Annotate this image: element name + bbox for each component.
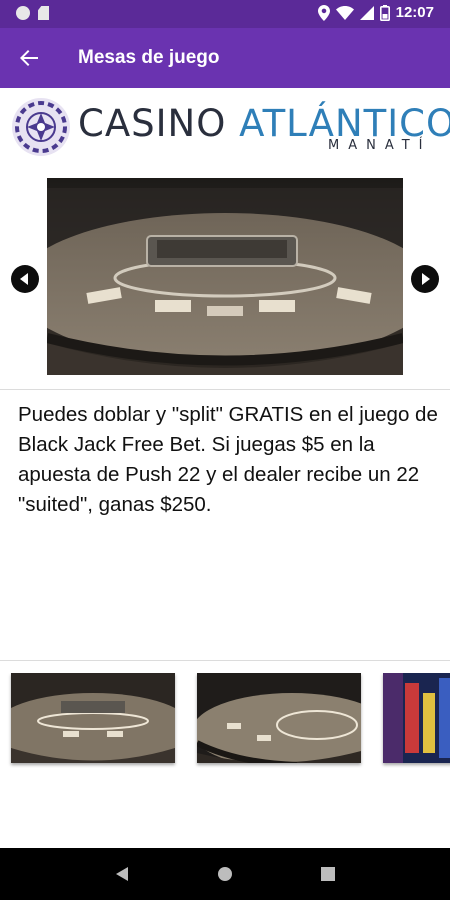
logo-subtitle: MANATÍ [328, 138, 432, 153]
nav-back-button[interactable] [102, 854, 142, 894]
casino-logo: CASINO ATLÁNTICO MANATÍ [0, 88, 450, 168]
image-carousel [0, 175, 450, 380]
thumbnail-2[interactable] [197, 673, 361, 763]
blackjack-table-photo [47, 178, 403, 375]
recents-square-icon [321, 867, 336, 881]
chevron-left-icon [20, 273, 28, 285]
app-bar: Mesas de juego [0, 28, 450, 88]
carousel-main-image[interactable] [47, 178, 403, 375]
thumbnail-3[interactable] [383, 673, 450, 763]
nav-home-button[interactable] [205, 854, 245, 894]
chevron-right-icon [422, 273, 430, 285]
divider-bottom [0, 660, 450, 661]
carousel-next-button[interactable] [411, 265, 439, 293]
location-icon [317, 4, 330, 21]
status-time: 12:07 [395, 4, 434, 21]
system-nav-bar [0, 848, 450, 900]
status-bar: 12:07 [0, 0, 450, 28]
signal-icon [359, 5, 374, 20]
nav-recents-button[interactable] [308, 854, 348, 894]
casino-emblem-icon [12, 98, 70, 156]
thumbnail-1[interactable] [11, 673, 175, 763]
carousel-prev-button[interactable] [11, 265, 39, 293]
back-triangle-icon [115, 867, 128, 881]
battery-icon [379, 4, 390, 21]
divider-top [0, 389, 450, 390]
back-button[interactable] [0, 28, 58, 88]
status-right: 12:07 [317, 4, 434, 21]
game-description: Puedes doblar y "split" GRATIS en el jue… [18, 403, 438, 516]
page-title: Mesas de juego [78, 47, 220, 68]
home-circle-icon [217, 867, 232, 881]
thumbnail-strip [0, 673, 450, 768]
notification-dot-icon [16, 6, 30, 20]
status-left [16, 6, 49, 20]
arrow-back-icon [20, 50, 38, 66]
logo-word-casino: CASINO [78, 102, 227, 145]
wifi-icon [335, 5, 354, 20]
thumbnail-2-photo [197, 673, 361, 763]
sd-card-icon [38, 6, 49, 20]
thumbnail-3-photo [383, 673, 450, 763]
thumbnail-1-photo [11, 673, 175, 763]
